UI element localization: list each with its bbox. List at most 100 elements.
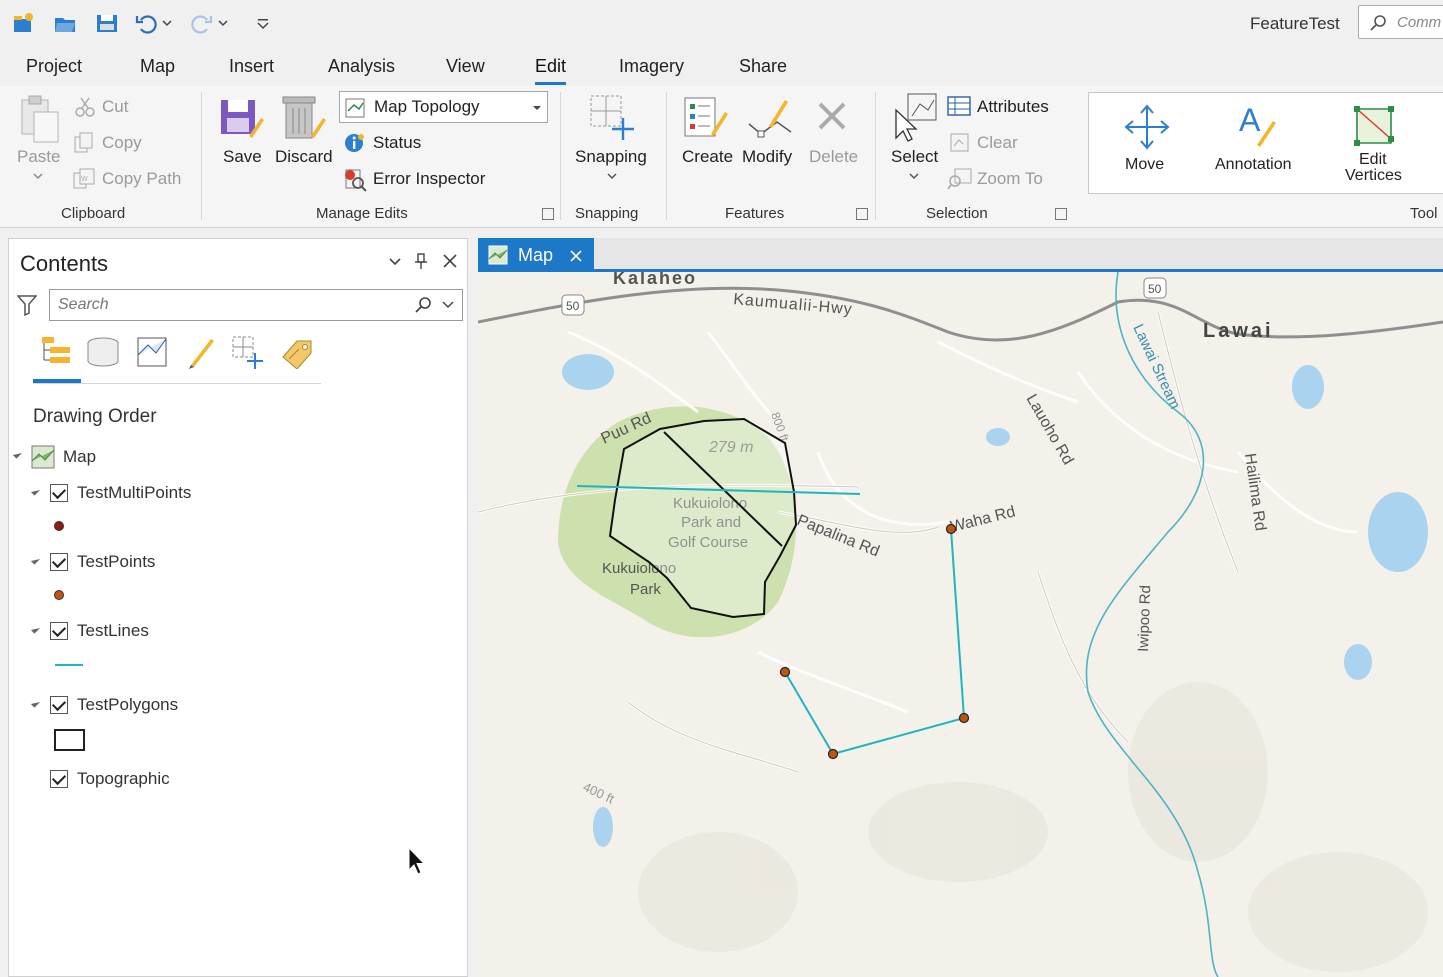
map-tab-label: Map (518, 245, 554, 265)
view-tabs-divider (33, 383, 321, 384)
layer-topographic[interactable]: Topographic (77, 769, 170, 789)
layer-visibility-checkbox[interactable] (50, 770, 68, 788)
snapping-dropdown-icon[interactable] (607, 173, 617, 181)
layer-testpoints[interactable]: TestPoints (77, 552, 155, 572)
layer-testpolygons[interactable]: TestPolygons (77, 695, 178, 715)
select-button[interactable]: Select (891, 147, 938, 167)
snapping-button[interactable]: Snapping (575, 147, 647, 167)
filter-icon[interactable] (17, 294, 37, 316)
topology-select[interactable]: Map Topology (339, 91, 548, 123)
paste-dropdown-icon[interactable] (33, 173, 43, 181)
contents-search-placeholder: Search (58, 296, 109, 313)
layer-visibility-checkbox[interactable] (50, 622, 68, 640)
save-project-icon[interactable] (94, 10, 120, 36)
expand-layer-icon[interactable] (30, 555, 41, 565)
modify-features-icon (748, 100, 792, 138)
tab-share[interactable]: Share (739, 56, 787, 77)
contents-search-input[interactable]: Search (49, 289, 463, 321)
list-by-source-icon[interactable] (86, 335, 120, 369)
manage-edits-launcher-icon[interactable] (542, 208, 554, 220)
tools-gallery: Move A Annotation Edit Vertices (1088, 92, 1443, 194)
discard-edits-icon (282, 96, 326, 139)
layer-visibility-checkbox[interactable] (50, 484, 68, 502)
tools-group-label: Tool (1410, 205, 1438, 222)
command-search-input[interactable]: Comm (1358, 5, 1443, 39)
redo-icon[interactable] (188, 10, 214, 36)
list-by-editing-icon[interactable] (185, 335, 219, 369)
layer-visibility-checkbox[interactable] (50, 553, 68, 571)
test-point[interactable] (958, 712, 970, 724)
pane-options-chevron-icon[interactable] (388, 255, 402, 269)
attributes-button[interactable]: Attributes (977, 97, 1049, 117)
tab-insert[interactable]: Insert (229, 56, 274, 77)
edit-vertices-label-2[interactable]: Vertices (1345, 167, 1402, 185)
attributes-icon (947, 96, 971, 116)
move-icon (1124, 104, 1170, 150)
annotation-button[interactable]: Annotation (1215, 156, 1292, 174)
expand-layer-icon[interactable] (30, 624, 41, 634)
expand-layer-icon[interactable] (30, 486, 41, 496)
move-button[interactable]: Move (1125, 156, 1164, 174)
expand-layer-icon[interactable] (30, 698, 41, 708)
copy-button[interactable]: Copy (102, 133, 142, 153)
chevron-down-icon[interactable] (442, 299, 454, 311)
layer-testmultipoints[interactable]: TestMultiPoints (77, 483, 191, 503)
multipoint-symbol-icon (54, 521, 64, 531)
features-launcher-icon[interactable] (856, 208, 868, 220)
list-by-labeling-icon[interactable] (279, 335, 313, 369)
discard-edits-button[interactable]: Discard (275, 147, 333, 167)
svg-text:A: A (1239, 102, 1261, 138)
zoom-to-button[interactable]: Zoom To (977, 169, 1043, 189)
open-project-icon[interactable] (52, 10, 78, 36)
error-inspector-button[interactable]: Error Inspector (373, 169, 485, 189)
map-view[interactable]: Kalaheo Kaumualii-Hwy 50 50 Lawai Lawai … (478, 272, 1443, 977)
list-by-snapping-icon[interactable] (231, 335, 265, 369)
tab-view[interactable]: View (446, 56, 485, 77)
search-icon (415, 297, 431, 313)
customize-toolbar-icon[interactable] (250, 10, 276, 36)
zoom-to-selection-icon (947, 168, 972, 190)
redo-dropdown-icon[interactable] (216, 10, 230, 36)
cut-button[interactable]: Cut (102, 97, 128, 117)
features-group-label: Features (725, 205, 785, 222)
test-point[interactable] (827, 748, 839, 760)
new-project-icon[interactable] (10, 10, 36, 36)
mouse-cursor-icon (408, 847, 426, 875)
undo-dropdown-icon[interactable] (160, 10, 174, 36)
create-button[interactable]: Create (682, 147, 733, 167)
selection-launcher-icon[interactable] (1055, 208, 1067, 220)
map-canvas[interactable]: Kalaheo Kaumualii-Hwy 50 50 Lawai Lawai … (478, 272, 1443, 977)
tree-map-label[interactable]: Map (63, 447, 96, 467)
search-icon (1370, 15, 1386, 31)
tab-analysis[interactable]: Analysis (328, 56, 395, 77)
copy-path-button[interactable]: Copy Path (102, 169, 181, 189)
save-edits-button[interactable]: Save (223, 147, 262, 167)
save-edits-icon (221, 100, 264, 138)
map-topology-icon (345, 98, 365, 118)
expand-map-icon[interactable] (12, 449, 23, 459)
list-by-selection-icon[interactable] (135, 335, 169, 369)
select-dropdown-icon[interactable] (909, 173, 919, 181)
contents-pane: Contents Search Drawing Order Map TestMu… (8, 238, 468, 977)
test-point[interactable] (945, 523, 957, 535)
status-button[interactable]: Status (373, 133, 421, 153)
modify-button[interactable]: Modify (742, 147, 792, 167)
paste-button[interactable] (18, 94, 62, 151)
test-point[interactable] (779, 666, 791, 678)
close-icon[interactable] (569, 249, 583, 263)
close-icon[interactable] (442, 253, 458, 269)
tab-imagery[interactable]: Imagery (619, 56, 684, 77)
create-features-icon (684, 97, 728, 137)
tab-project[interactable]: Project (26, 56, 82, 77)
tab-edit[interactable]: Edit (535, 56, 567, 85)
list-by-drawing-order-icon[interactable] (38, 335, 72, 369)
auto-hide-pin-icon[interactable] (414, 252, 428, 270)
map-view-tab[interactable]: Map (478, 238, 594, 272)
clear-button[interactable]: Clear (977, 133, 1018, 153)
layer-testlines[interactable]: TestLines (77, 621, 149, 641)
undo-icon[interactable] (134, 10, 160, 36)
delete-button[interactable]: Delete (809, 147, 858, 167)
label-kalaheo: Kalaheo (613, 272, 697, 288)
layer-visibility-checkbox[interactable] (50, 696, 68, 714)
tab-map[interactable]: Map (140, 56, 175, 77)
